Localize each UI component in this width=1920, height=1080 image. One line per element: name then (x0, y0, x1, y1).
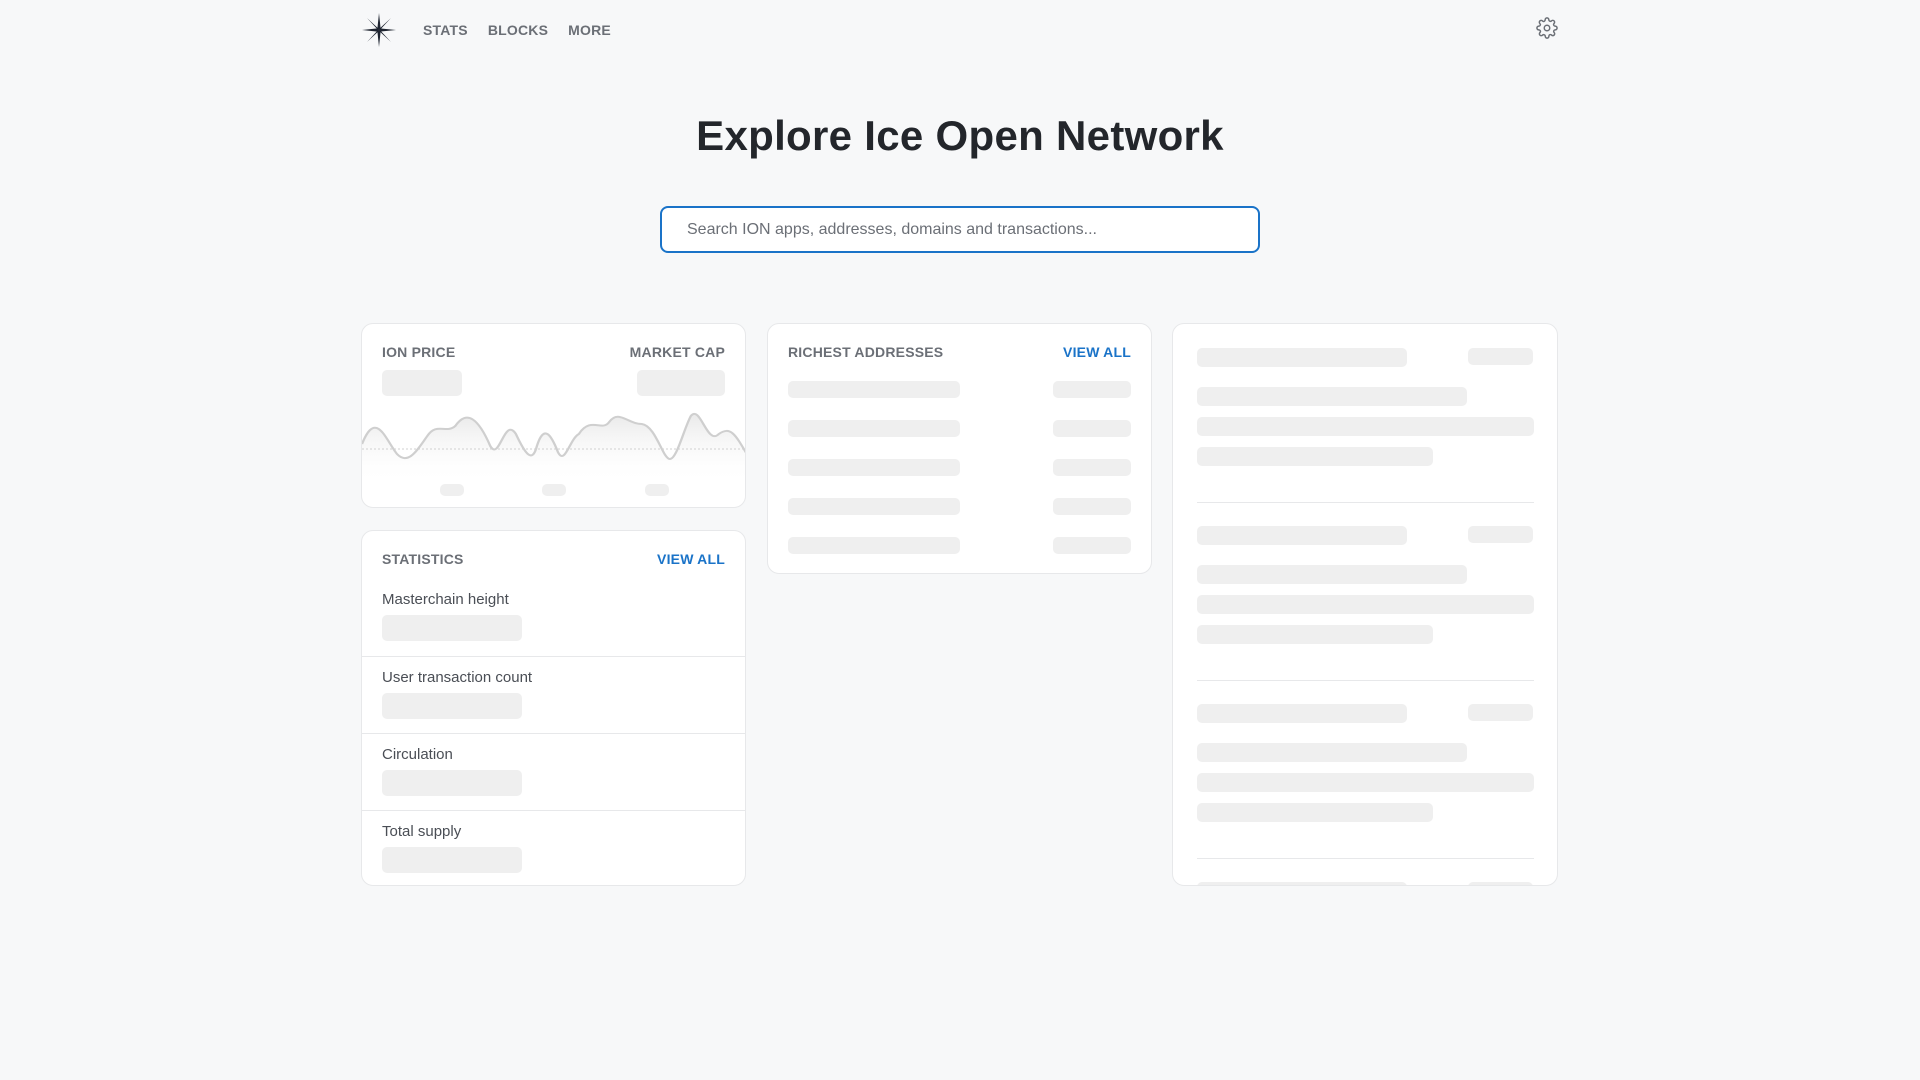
chart-tick-skeleton (440, 484, 464, 496)
stat-label: Masterchain height (382, 591, 509, 608)
top-bar: STATS BLOCKS MORE (361, 10, 1558, 50)
address-skeleton (788, 537, 960, 554)
chart-tick-skeleton (542, 484, 566, 496)
feed-line-skeleton (1197, 447, 1433, 466)
feed-divider (1197, 680, 1534, 681)
stat-value-skeleton (382, 770, 522, 796)
page: STATS BLOCKS MORE Explore Ice Open Netwo… (0, 0, 1920, 1080)
statistics-card: STATISTICS VIEW ALL Masterchain height U… (361, 530, 746, 886)
feed-line-skeleton (1197, 625, 1433, 644)
feed-title-skeleton (1197, 882, 1407, 885)
market-cap-label: MARKET CAP (629, 344, 725, 360)
feed-title-skeleton (1197, 704, 1407, 723)
statistics-title: STATISTICS (382, 551, 464, 567)
feed-line-skeleton (1197, 387, 1467, 406)
price-skeleton (382, 370, 462, 396)
address-skeleton (788, 498, 960, 515)
richest-addresses-card: RICHEST ADDRESSES VIEW ALL (767, 323, 1152, 574)
feed-line-skeleton (1197, 773, 1534, 792)
balance-skeleton (1053, 498, 1131, 515)
feed-meta-skeleton (1468, 882, 1533, 885)
feed-meta-skeleton (1468, 704, 1533, 721)
feed-divider (1197, 502, 1534, 503)
market-cap-skeleton (637, 370, 725, 396)
stat-label: Total supply (382, 823, 462, 840)
feed-line-skeleton (1197, 803, 1433, 822)
feed-line-skeleton (1197, 417, 1534, 436)
stat-row-masterchain-height: Masterchain height (362, 579, 745, 656)
feed-line-skeleton (1197, 565, 1467, 584)
address-skeleton (788, 420, 960, 437)
feed-meta-skeleton (1468, 348, 1533, 365)
stat-row-user-transaction-count: User transaction count (362, 656, 745, 733)
address-skeleton (788, 381, 960, 398)
stat-value-skeleton (382, 847, 522, 873)
address-skeleton (788, 459, 960, 476)
balance-skeleton (1053, 537, 1131, 554)
stat-row-total-supply: Total supply (362, 810, 745, 885)
balance-skeleton (1053, 459, 1131, 476)
nav-item-more[interactable]: MORE (568, 22, 611, 38)
feed-card (1172, 323, 1558, 886)
main-nav: STATS BLOCKS MORE (423, 22, 611, 38)
stat-label: User transaction count (382, 669, 533, 686)
page-title: Explore Ice Open Network (696, 112, 1224, 159)
richest-addresses-title: RICHEST ADDRESSES (788, 344, 944, 360)
search-input[interactable] (660, 206, 1260, 253)
gear-icon[interactable] (1536, 17, 1558, 39)
feed-line-skeleton (1197, 595, 1534, 614)
stat-label: Circulation (382, 746, 453, 763)
feed-meta-skeleton (1468, 526, 1533, 543)
feed-divider (1197, 858, 1534, 859)
stat-value-skeleton (382, 615, 522, 641)
feed-line-skeleton (1197, 743, 1467, 762)
stat-value-skeleton (382, 693, 522, 719)
richest-view-all-link[interactable]: VIEW ALL (1063, 344, 1131, 360)
chart-tick-skeleton (645, 484, 669, 496)
balance-skeleton (1053, 381, 1131, 398)
nav-item-stats[interactable]: STATS (423, 22, 468, 38)
feed-title-skeleton (1197, 526, 1407, 545)
nav-item-blocks[interactable]: BLOCKS (488, 22, 548, 38)
price-card: ION PRICE MARKET CAP (361, 323, 746, 508)
price-sparkline (362, 412, 745, 484)
balance-skeleton (1053, 420, 1131, 437)
statistics-view-all-link[interactable]: VIEW ALL (657, 551, 725, 567)
stat-row-circulation: Circulation (362, 733, 745, 810)
ion-price-label: ION PRICE (382, 344, 456, 360)
logo-icon[interactable] (361, 12, 397, 48)
feed-title-skeleton (1197, 348, 1407, 367)
